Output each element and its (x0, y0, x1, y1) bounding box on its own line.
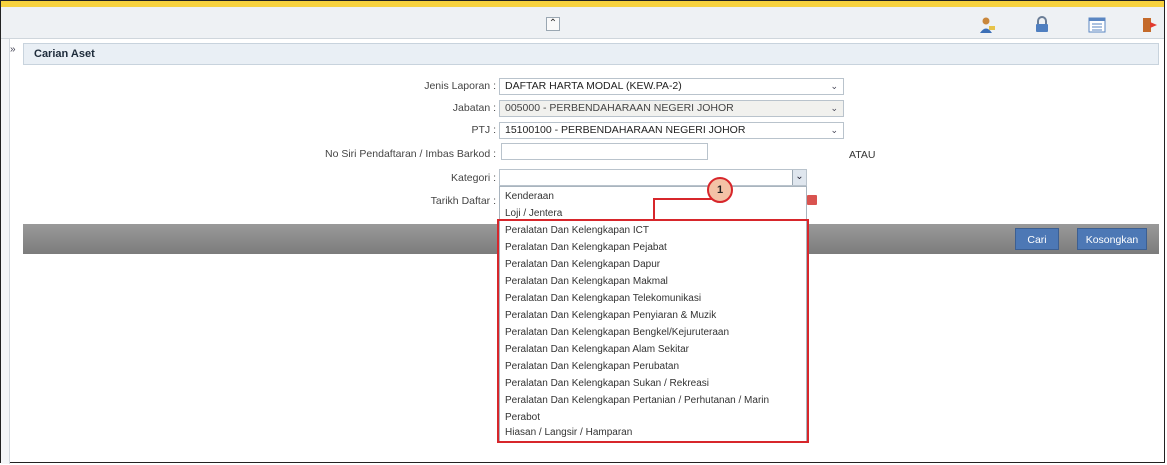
calendar-icon[interactable] (807, 195, 817, 205)
jenis-laporan-value: DAFTAR HARTA MODAL (KEW.PA-2) (505, 80, 682, 92)
jenis-laporan-select[interactable]: DAFTAR HARTA MODAL (KEW.PA-2) ⌄ (499, 78, 844, 95)
chevron-down-icon: ⌄ (830, 103, 838, 113)
tarikh-daftar-label: Tarikh Daftar : (430, 195, 496, 207)
no-siri-label: No Siri Pendaftaran / Imbas Barkod : (325, 148, 496, 160)
user-icon[interactable] (978, 16, 996, 34)
atau-label: ATAU (849, 149, 876, 161)
kategori-select[interactable] (499, 169, 807, 186)
list-icon[interactable] (1088, 16, 1106, 34)
collapse-header-button[interactable]: ⌃ (546, 17, 560, 31)
section-header: Carian Aset (23, 43, 1159, 65)
dropdown-option[interactable]: Loji / Jentera (505, 208, 562, 219)
dropdown-option[interactable]: Kenderaan (505, 191, 554, 202)
lock-icon[interactable] (1033, 16, 1051, 34)
chevron-down-icon: ⌄ (830, 125, 838, 135)
ptj-value: 15100100 - PERBENDAHARAAN NEGERI JOHOR (505, 124, 746, 136)
top-toolbar: ⌃ (1, 7, 1164, 39)
ptj-label: PTJ : (471, 124, 496, 136)
kategori-label: Kategori : (451, 172, 496, 184)
cari-button[interactable]: Cari (1015, 228, 1059, 250)
app-window: ⌃ » Carian Aset Jenis Laporan : DAFTAR H… (0, 0, 1165, 464)
jabatan-select[interactable]: 005000 - PERBENDAHARAAN NEGERI JOHOR ⌄ (499, 100, 844, 117)
jabatan-value: 005000 - PERBENDAHARAAN NEGERI JOHOR (505, 102, 734, 114)
kategori-dropdown-toggle[interactable]: ⌄ (792, 170, 806, 185)
sidebar-collapsed[interactable] (1, 39, 10, 464)
jenis-laporan-label: Jenis Laporan : (424, 80, 496, 92)
jabatan-label: Jabatan : (452, 102, 496, 114)
ptj-select[interactable]: 15100100 - PERBENDAHARAAN NEGERI JOHOR ⌄ (499, 122, 844, 139)
chevron-down-icon: ⌄ (830, 81, 838, 91)
no-siri-input[interactable] (501, 143, 708, 160)
annotation-connector (653, 198, 715, 200)
annotation-connector (653, 200, 655, 219)
annotation-callout-badge: 1 (707, 177, 733, 203)
kosongkan-button[interactable]: Kosongkan (1077, 228, 1147, 250)
sidebar-expand-icon[interactable]: » (10, 44, 16, 55)
annotation-highlight-box (497, 219, 809, 443)
chevron-down-icon: ⌄ (795, 171, 804, 182)
section-title: Carian Aset (34, 48, 95, 60)
exit-icon[interactable] (1141, 16, 1159, 34)
